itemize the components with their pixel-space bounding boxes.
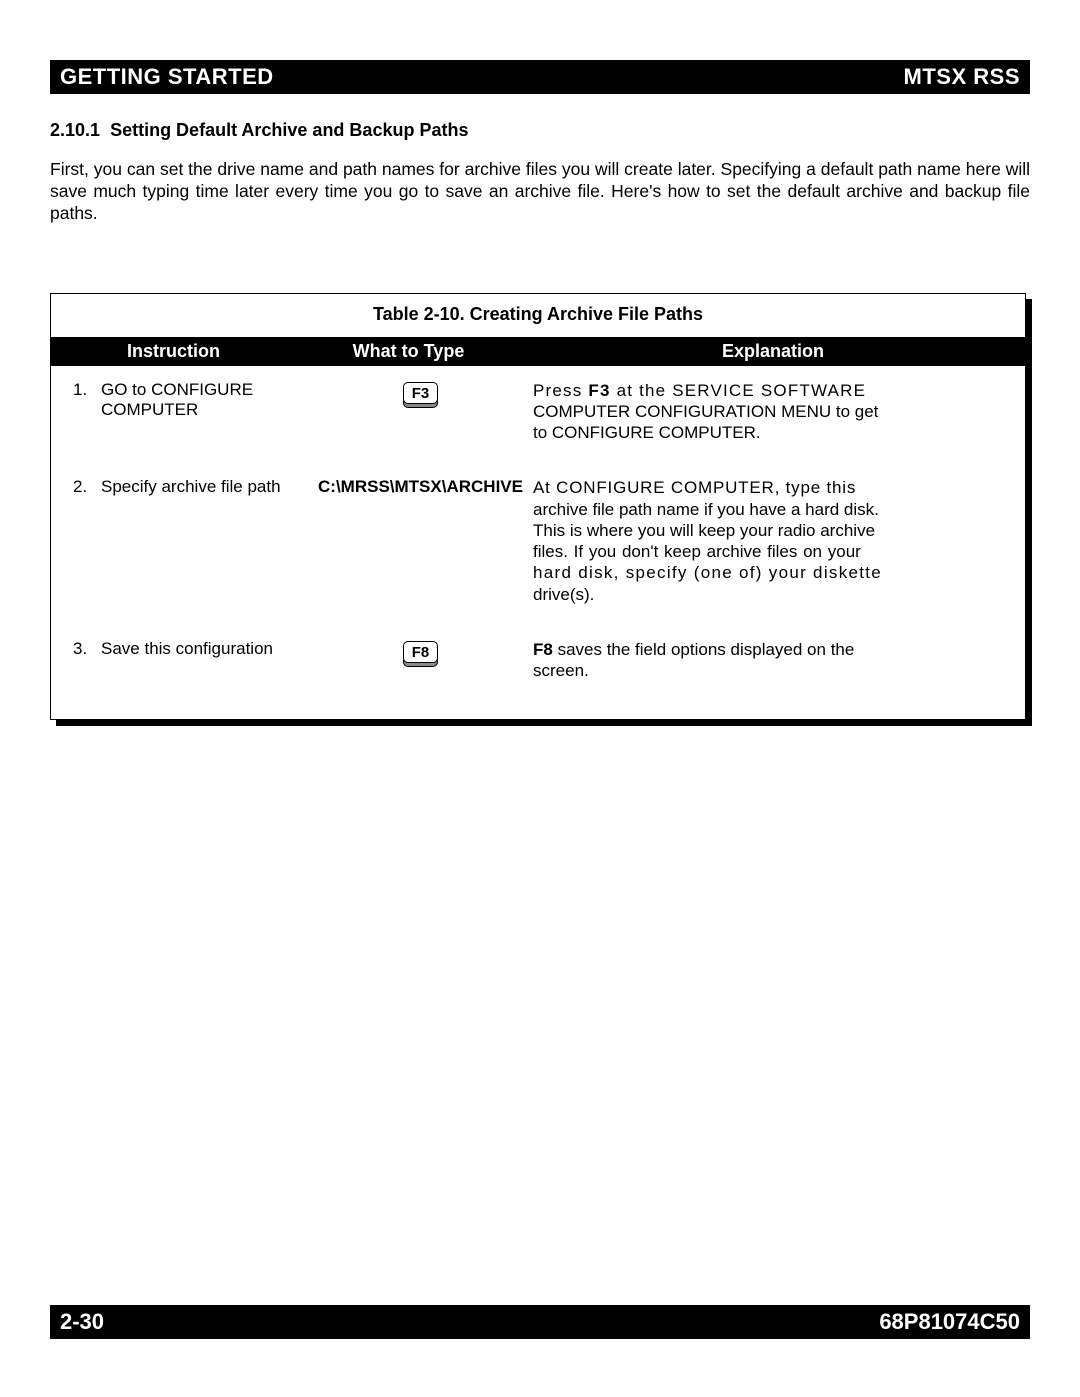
what-to-type-cell: F8 [308, 639, 533, 665]
header-explanation: Explanation [521, 337, 1025, 366]
footer-right: 68P81074C50 [879, 1309, 1020, 1335]
page-footer: 2-30 68P81074C50 [50, 1305, 1030, 1339]
instruction-cell: 1. GO to CONFIGURE COMPUTER [73, 380, 308, 420]
exp-line: F8 saves the field options displayed on … [533, 640, 854, 659]
exp-key: F3 [588, 381, 610, 400]
header-instruction: Instruction [51, 337, 296, 366]
section-title: Setting Default Archive and Backup Paths [110, 120, 468, 140]
row-number: 1. [73, 380, 101, 420]
intro-paragraph: First, you can set the drive name and pa… [50, 159, 1030, 225]
what-to-type-cell: F3 [308, 380, 533, 406]
instruction-cell: 3. Save this configuration [73, 639, 308, 659]
instruction-text: Save this configuration [101, 639, 273, 659]
section-number: 2.10.1 [50, 120, 100, 140]
explanation-cell: At CONFIGURE COMPUTER, type this archive… [533, 477, 1003, 605]
keycap-icon: F3 [403, 382, 439, 404]
table-row: 3. Save this configuration F8 F8 saves t… [73, 639, 1003, 682]
keycap-icon: F8 [403, 641, 439, 663]
exp-line: hard disk, specify (one of) your diskett… [533, 563, 882, 582]
exp-fragment: the [831, 640, 855, 659]
exp-line: At CONFIGURE COMPUTER, type this [533, 478, 856, 497]
exp-fragment: Press [533, 381, 588, 400]
footer-left: 2-30 [60, 1309, 104, 1335]
exp-fragment: saves the field options displayed on [553, 640, 831, 659]
exp-line: drive(s). [533, 585, 594, 604]
row-number: 2. [73, 477, 101, 497]
exp-line: COMPUTER CONFIGURATION MENU to get [533, 402, 878, 421]
table-body: 1. GO to CONFIGURE COMPUTER F3 Press F3 … [51, 366, 1025, 720]
instruction-text: Specify archive file path [101, 477, 281, 497]
instruction-cell: 2. Specify archive file path [73, 477, 308, 497]
exp-line: screen. [533, 661, 589, 680]
table-row: 1. GO to CONFIGURE COMPUTER F3 Press F3 … [73, 380, 1003, 444]
section-heading: 2.10.1 Setting Default Archive and Backu… [50, 120, 1030, 141]
header-what: What to Type [296, 337, 521, 366]
what-to-type-cell: C:\MRSS\MTSX\ARCHIVE [308, 477, 533, 497]
exp-line: archive file path name if you have a har… [533, 500, 879, 519]
document-page: GETTING STARTED MTSX RSS 2.10.1 Setting … [0, 0, 1080, 1397]
header-left: GETTING STARTED [60, 64, 274, 90]
exp-key: F8 [533, 640, 553, 659]
instruction-text: GO to CONFIGURE COMPUTER [101, 380, 253, 420]
header-right: MTSX RSS [904, 64, 1020, 90]
table-row: 2. Specify archive file path C:\MRSS\MTS… [73, 477, 1003, 605]
exp-line: to CONFIGURE COMPUTER. [533, 423, 761, 442]
row-number: 3. [73, 639, 101, 659]
exp-line: files. If you don't keep archive files o… [533, 542, 861, 561]
exp-line: This is where you will keep your radio a… [533, 521, 875, 540]
exp-line: Press F3 at the SERVICE SOFTWARE [533, 381, 866, 400]
instruction-table: Table 2-10. Creating Archive File Paths … [50, 293, 1026, 721]
page-header: GETTING STARTED MTSX RSS [50, 60, 1030, 94]
exp-fragment: at the SERVICE SOFTWARE [611, 381, 867, 400]
table-caption: Table 2-10. Creating Archive File Paths [51, 294, 1025, 337]
instruction-line: COMPUTER [101, 400, 198, 419]
instruction-line: GO to CONFIGURE [101, 380, 253, 399]
explanation-cell: Press F3 at the SERVICE SOFTWARE COMPUTE… [533, 380, 1003, 444]
file-path: C:\MRSS\MTSX\ARCHIVE [318, 477, 523, 496]
explanation-cell: F8 saves the field options displayed on … [533, 639, 1003, 682]
table-header-row: Instruction What to Type Explanation [51, 337, 1025, 366]
